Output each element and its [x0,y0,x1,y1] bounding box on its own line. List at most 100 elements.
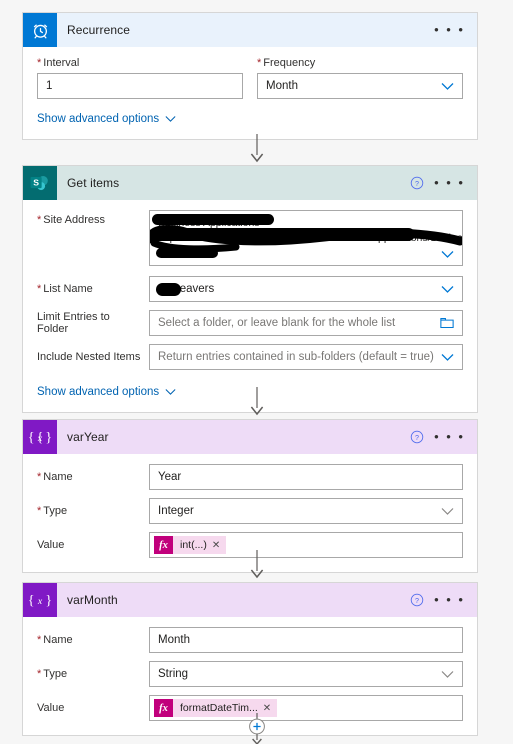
svg-text:{: { [28,430,35,446]
required-indicator: * [37,634,42,646]
chevron-down-icon [441,285,454,293]
interval-value: 1 [46,80,53,92]
help-icon[interactable]: ? [410,593,424,607]
svg-text:?: ? [415,180,419,188]
svg-text:x: x [37,433,43,444]
field-label-type: * Type [37,505,68,517]
required-indicator: * [37,471,42,483]
link-label: Show advanced options [37,386,160,398]
folder-icon[interactable] [440,317,454,329]
field-frequency: * Frequency Month [257,57,463,99]
show-advanced-options-link-recurrence[interactable]: Show advanced options [37,113,176,125]
limit-entries-placeholder: Select a folder, or leave blank for the … [158,317,396,329]
remove-token-icon[interactable]: ✕ [212,540,226,551]
card-body-get-items: * Site Address Business Applications - ht… [23,200,477,412]
interval-input[interactable]: 1 [37,73,243,99]
flow-designer-canvas: Recurrence • • • * Interval 1 * Frequency … [0,0,513,744]
variable-type-dropdown[interactable]: Integer [149,498,463,524]
card-title: varMonth [67,593,118,607]
fx-icon: fx [154,536,173,554]
chevron-down-icon [165,389,176,395]
sharepoint-icon: S [23,166,57,200]
frequency-dropdown[interactable]: Month [257,73,463,99]
field-label-site-address: * Site Address [37,214,106,226]
card-header-recurrence[interactable]: Recurrence • • • [23,13,477,47]
link-label: Show advanced options [37,113,160,125]
svg-text:?: ? [415,434,419,442]
help-icon[interactable]: ? [410,430,424,444]
field-label-list-name: * List Name [37,283,93,295]
required-indicator: * [37,283,42,295]
variable-type-value: String [158,668,189,680]
header-actions: • • • [434,23,477,36]
field-label-limit-entries: Limit Entries to Folder [37,311,110,335]
list-name-value: Leavers [173,283,215,295]
include-nested-placeholder: Return entries contained in sub-folders … [158,351,434,363]
site-address-input[interactable]: Business Applications - https://contoso.… [149,210,463,266]
header-actions: ? • • • [410,430,477,444]
card-title: Get items [67,176,120,190]
field-interval: * Interval 1 [37,57,243,99]
expression-token[interactable]: fx int(...) ✕ [154,536,227,554]
limit-entries-input[interactable]: Select a folder, or leave blank for the … [149,310,463,336]
site-address-line-3: Applications [158,247,215,259]
field-label-frequency: * Frequency [257,57,316,69]
card-title: varYear [67,430,109,444]
alarm-clock-icon [23,13,57,47]
required-indicator: * [37,668,42,680]
svg-text:x: x [37,596,43,607]
card-menu-button[interactable]: • • • [434,430,465,443]
variable-value-input[interactable]: fx int(...) ✕ [149,532,463,558]
card-get-items[interactable]: S Get items ? • • • * Site Address Busine… [22,165,478,413]
card-recurrence[interactable]: Recurrence • • • * Interval 1 * Frequency … [22,12,478,140]
card-header-var-year[interactable]: { x { } varYear ? • • • [23,420,477,454]
svg-text:}: } [45,593,52,609]
remove-token-icon[interactable]: ✕ [263,703,277,714]
variable-name-value: Month [158,634,190,646]
include-nested-dropdown[interactable]: Return entries contained in sub-folders … [149,344,463,370]
card-body-recurrence: * Interval 1 * Frequency Month Show advanc… [23,47,477,139]
chevron-down-icon [441,251,454,258]
svg-text:?: ? [415,597,419,605]
card-menu-button[interactable]: • • • [434,23,465,36]
field-label-interval: * Interval [37,57,80,69]
header-actions: ? • • • [410,593,477,607]
svg-text:S: S [33,177,39,187]
card-body-var-year: * Name Year * Type Integer Value fx int(… [23,454,477,572]
show-advanced-options-link-get-items[interactable]: Show advanced options [37,386,176,398]
svg-text:}: } [45,430,52,446]
frequency-value: Month [266,80,298,92]
required-indicator: * [37,505,42,517]
card-header-get-items[interactable]: S Get items ? • • • [23,166,477,200]
site-address-line-2: https://contoso.sharepoint.com/sites/Bus… [158,232,463,244]
list-name-dropdown[interactable]: XX Leavers [149,276,463,302]
svg-text:{: { [28,593,35,609]
variable-icon: x { } [23,583,57,617]
add-step-button[interactable] [0,713,513,744]
chevron-down-icon [441,353,454,361]
variable-type-dropdown[interactable]: String [149,661,463,687]
variable-name-value: Year [158,471,182,483]
required-indicator: * [37,57,42,69]
field-label-name: * Name [37,634,73,646]
field-label-value: Value [37,539,65,551]
variable-type-value: Integer [158,505,194,517]
field-label-include-nested: Include Nested Items [37,351,141,363]
help-icon[interactable]: ? [410,176,424,190]
required-indicator: * [37,214,42,226]
field-label-type: * Type [37,668,68,680]
card-menu-button[interactable]: • • • [434,593,465,606]
card-menu-button[interactable]: • • • [434,176,465,189]
chevron-down-icon [441,82,454,90]
variable-name-input[interactable]: Month [149,627,463,653]
header-actions: ? • • • [410,176,477,190]
chevron-down-icon [441,670,454,678]
card-header-var-month[interactable]: x { } varMonth ? • • • [23,583,477,617]
expression-token-label: int(...) [180,539,207,551]
variable-name-input[interactable]: Year [149,464,463,490]
chevron-down-icon [165,116,176,122]
card-title: Recurrence [67,23,131,37]
site-address-line-1: Business Applications - [158,217,266,229]
card-var-year[interactable]: { x { } varYear ? • • • * Name Year * Ty… [22,419,478,573]
field-label-name: * Name [37,471,73,483]
